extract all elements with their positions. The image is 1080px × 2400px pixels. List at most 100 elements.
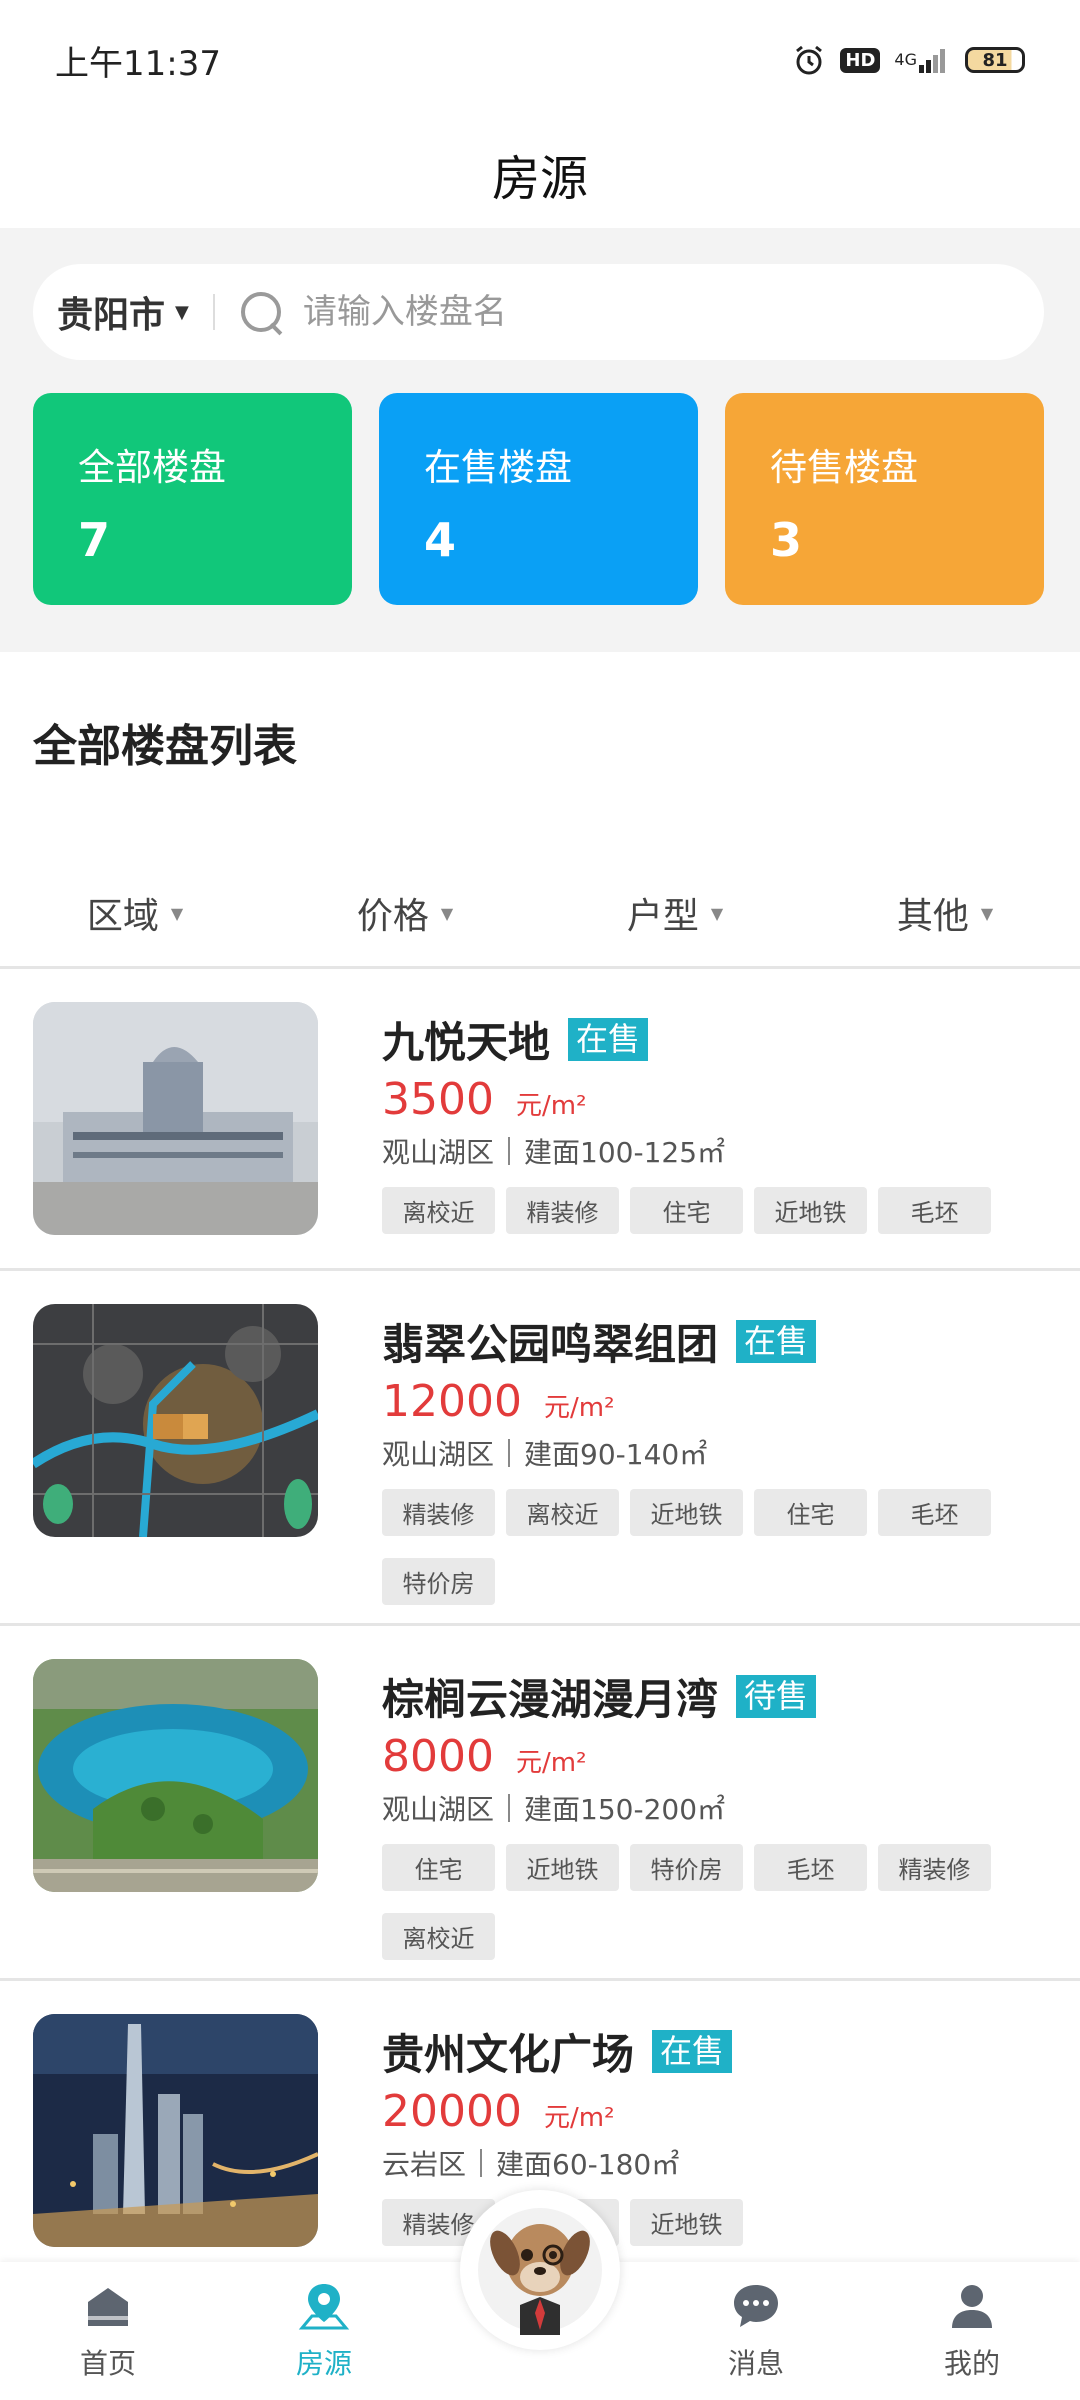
- caret-down-icon: ▼: [175, 301, 189, 323]
- listing-district: 观山湖区: [382, 1438, 495, 1471]
- listing-info: 棕榈云漫湖漫月湾 待售 8000 元/m² 观山湖区 建面150-200㎡ 住宅…: [382, 1666, 1060, 1960]
- nav-messages[interactable]: 消息: [648, 2262, 864, 2400]
- nav-profile[interactable]: 我的: [864, 2262, 1080, 2400]
- divider: [480, 2149, 483, 2177]
- location-pin-icon: [298, 2284, 350, 2330]
- divider: [508, 1137, 511, 1165]
- price-unit: 元/m²: [543, 1393, 615, 1423]
- stat-count: 4: [424, 513, 457, 567]
- tag: 精装修: [382, 1489, 495, 1536]
- tag: 近地铁: [630, 2199, 743, 2246]
- status-badge: 待售: [736, 1675, 817, 1718]
- tag: 住宅: [754, 1489, 867, 1536]
- status-badge: 在售: [568, 1018, 649, 1061]
- stat-count: 3: [770, 513, 803, 567]
- tag: 住宅: [382, 1844, 495, 1891]
- hd-icon: HD: [840, 47, 881, 73]
- listing-price: 3500: [382, 1074, 494, 1125]
- tag: 离校近: [382, 1187, 495, 1234]
- listing-district: 观山湖区: [382, 1136, 495, 1169]
- price-unit: 元/m²: [515, 1748, 587, 1778]
- tag: 离校近: [506, 1489, 619, 1536]
- section-title: 全部楼盘列表: [33, 721, 297, 772]
- listing-name: 九悦天地: [382, 1018, 551, 1067]
- tag-list: 精装修 离校近 近地铁 住宅 毛坯 特价房: [382, 1489, 1002, 1605]
- filter-layout[interactable]: 户型 ▼: [540, 887, 810, 939]
- filter-row: 区域 ▼ 价格 ▼ 户型 ▼ 其他 ▼: [0, 860, 1080, 966]
- caret-down-icon: ▼: [170, 903, 184, 923]
- tag: 离校近: [382, 1913, 495, 1960]
- home-icon: [88, 2288, 128, 2326]
- battery-level: 81: [982, 49, 1008, 71]
- status-icons: HD 4G 81: [792, 43, 1025, 77]
- listing-area: 建面150-200㎡: [524, 1793, 726, 1826]
- stat-card-all[interactable]: 全部楼盘 7: [33, 393, 352, 605]
- listing-image: [33, 1659, 318, 1892]
- filter-label: 其他: [896, 896, 969, 937]
- stat-card-on-sale[interactable]: 在售楼盘 4: [379, 393, 698, 605]
- tag-list: 离校近 精装修 住宅 近地铁 毛坯: [382, 1187, 1002, 1234]
- tag: 特价房: [382, 1558, 495, 1605]
- filter-other[interactable]: 其他 ▼: [810, 887, 1080, 939]
- divider: [212, 294, 215, 330]
- signal-icon: 4G: [894, 47, 951, 73]
- filter-label: 户型: [626, 896, 699, 937]
- top-area: 贵阳市 ▼ 全部楼盘 7 在售楼盘 4 待售楼盘 3: [0, 228, 1080, 652]
- listing-image: [33, 1002, 318, 1235]
- price-unit: 元/m²: [543, 2103, 615, 2133]
- nav-label: 房源: [295, 2347, 352, 2380]
- page-title: 房源: [491, 151, 588, 207]
- network-type: 4G: [894, 50, 917, 69]
- stat-label: 在售楼盘: [424, 446, 572, 489]
- chat-bubble-icon: [734, 2285, 778, 2327]
- tag: 毛坯: [878, 1489, 991, 1536]
- listing-card[interactable]: 九悦天地 在售 3500 元/m² 观山湖区 建面100-125㎡ 离校近 精装…: [0, 969, 1080, 1271]
- dog-mascot-icon: [478, 2208, 602, 2335]
- filter-price[interactable]: 价格 ▼: [270, 887, 540, 939]
- status-bar: 上午11:37 HD 4G 81: [0, 0, 1080, 120]
- listing-area: 建面100-125㎡: [524, 1136, 726, 1169]
- mascot-center-button[interactable]: [460, 2190, 620, 2350]
- stat-label: 全部楼盘: [78, 446, 226, 489]
- listing-image: [33, 1304, 318, 1537]
- city-select[interactable]: 贵阳市 ▼: [33, 286, 189, 338]
- status-badge: 在售: [652, 2030, 733, 2073]
- listing-area: 建面90-140㎡: [524, 1438, 708, 1471]
- stat-count: 7: [78, 513, 111, 567]
- listing-area: 建面60-180㎡: [496, 2148, 680, 2181]
- nav-label: 首页: [79, 2347, 136, 2380]
- search-input[interactable]: [302, 292, 1003, 332]
- listing-list: 九悦天地 在售 3500 元/m² 观山湖区 建面100-125㎡ 离校近 精装…: [0, 969, 1080, 2281]
- user-icon: [952, 2285, 992, 2328]
- nav-listings[interactable]: 房源: [216, 2262, 432, 2400]
- stat-card-upcoming[interactable]: 待售楼盘 3: [725, 393, 1044, 605]
- battery-icon: 81: [965, 47, 1025, 73]
- divider: [508, 1439, 511, 1467]
- tag: 近地铁: [630, 1489, 743, 1536]
- listing-district: 观山湖区: [382, 1793, 495, 1826]
- status-time: 上午11:37: [55, 43, 221, 84]
- nav-label: 我的: [943, 2347, 1000, 2380]
- status-badge: 在售: [736, 1320, 817, 1363]
- stat-cards: 全部楼盘 7 在售楼盘 4 待售楼盘 3: [33, 393, 1044, 605]
- tag: 精装修: [506, 1187, 619, 1234]
- alarm-icon: [792, 43, 826, 77]
- listing-name: 翡翠公园鸣翠组团: [382, 1320, 719, 1369]
- listing-card[interactable]: 翡翠公园鸣翠组团 在售 12000 元/m² 观山湖区 建面90-140㎡ 精装…: [0, 1271, 1080, 1626]
- filter-label: 价格: [356, 896, 429, 937]
- listing-price: 8000: [382, 1731, 494, 1782]
- price-unit: 元/m²: [515, 1091, 587, 1121]
- listing-info: 翡翠公园鸣翠组团 在售 12000 元/m² 观山湖区 建面90-140㎡ 精装…: [382, 1311, 1060, 1605]
- listing-district: 云岩区: [382, 2148, 467, 2181]
- city-label: 贵阳市: [57, 295, 166, 336]
- search-bar: 贵阳市 ▼: [33, 264, 1044, 360]
- tag-list: 住宅 近地铁 特价房 毛坯 精装修 离校近: [382, 1844, 1002, 1960]
- listing-name: 贵州文化广场: [382, 2030, 635, 2079]
- search-icon: [239, 290, 283, 334]
- nav-home[interactable]: 首页: [0, 2262, 216, 2400]
- filter-region[interactable]: 区域 ▼: [0, 887, 270, 939]
- divider: [508, 1794, 511, 1822]
- listing-card[interactable]: 棕榈云漫湖漫月湾 待售 8000 元/m² 观山湖区 建面150-200㎡ 住宅…: [0, 1626, 1080, 1981]
- listing-price: 20000: [382, 2086, 522, 2137]
- tag: 近地铁: [754, 1187, 867, 1234]
